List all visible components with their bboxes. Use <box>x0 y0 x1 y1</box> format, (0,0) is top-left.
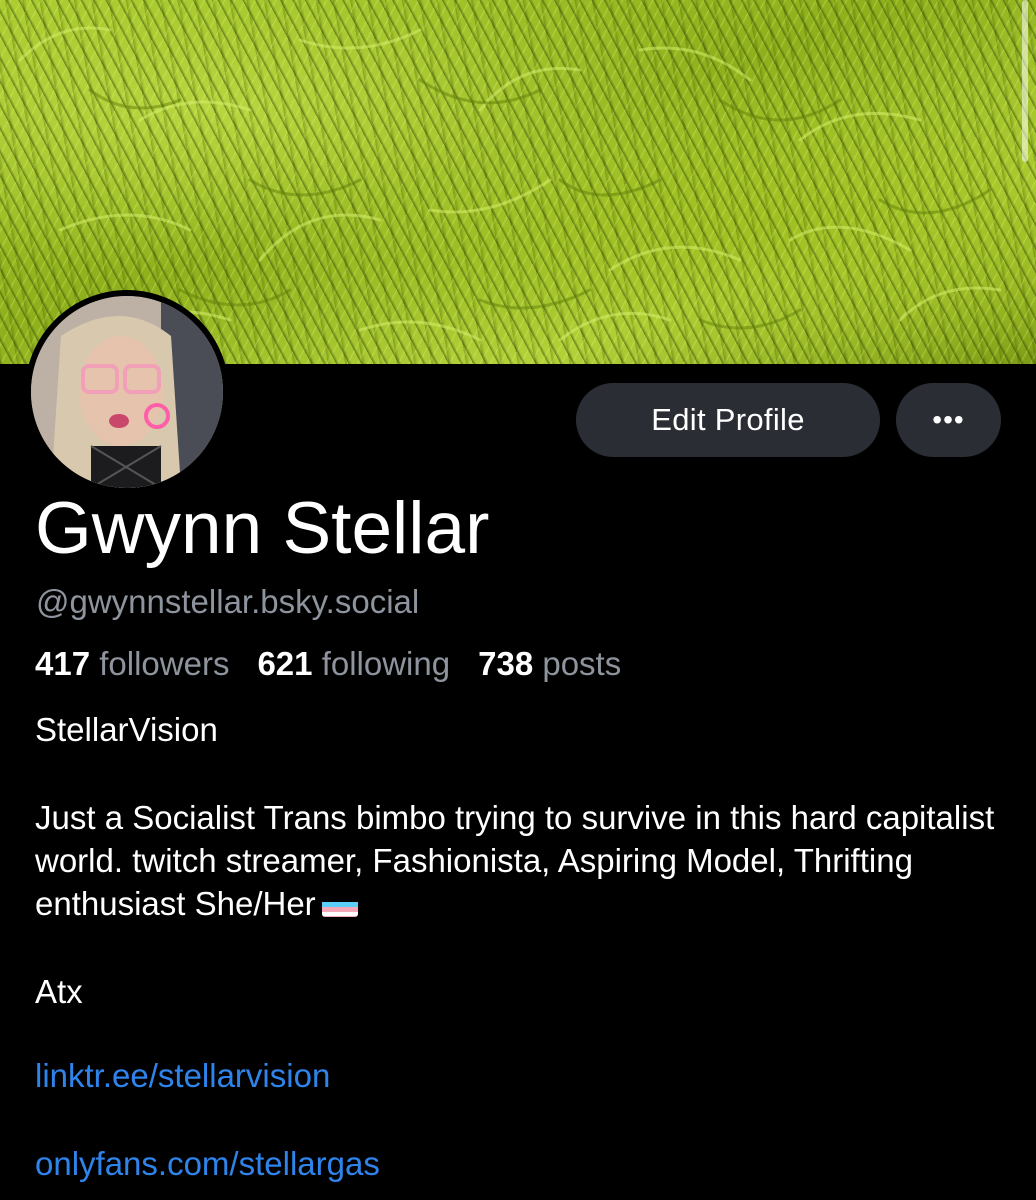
posts-stat: 738 posts <box>478 645 621 682</box>
followers-label: followers <box>99 645 230 682</box>
following-label: following <box>321 645 451 682</box>
profile-handle: @gwynnstellar.bsky.social <box>36 583 420 620</box>
bio-body: Just a Socialist Trans bimbo trying to s… <box>35 799 995 922</box>
posts-count: 738 <box>478 645 534 682</box>
bio-text: Just a Socialist Trans bimbo trying to s… <box>35 796 1025 925</box>
followers-count: 417 <box>35 645 91 682</box>
avatar[interactable] <box>25 290 229 494</box>
edit-profile-label: Edit Profile <box>651 402 805 437</box>
scrollbar[interactable] <box>1022 0 1028 162</box>
bio-tagline: StellarVision <box>35 711 218 748</box>
more-horizontal-icon: ••• <box>932 404 965 435</box>
followers-link[interactable]: 417 followers <box>35 645 229 682</box>
following-link[interactable]: 621 following <box>257 645 450 682</box>
profile-name: Gwynn Stellar <box>35 488 490 569</box>
following-count: 621 <box>257 645 313 682</box>
more-options-button[interactable]: ••• <box>896 383 1001 457</box>
profile-stats: 417 followers 621 following 738 posts <box>35 645 621 683</box>
linktree-link[interactable]: linktr.ee/stellarvision <box>35 1057 330 1095</box>
avatar-image <box>31 296 223 488</box>
onlyfans-link[interactable]: onlyfans.com/stellargas <box>35 1145 380 1183</box>
bio-location: Atx <box>35 973 83 1010</box>
posts-label: posts <box>542 645 622 682</box>
edit-profile-button[interactable]: Edit Profile <box>576 383 880 457</box>
trans-flag-icon <box>321 893 358 917</box>
